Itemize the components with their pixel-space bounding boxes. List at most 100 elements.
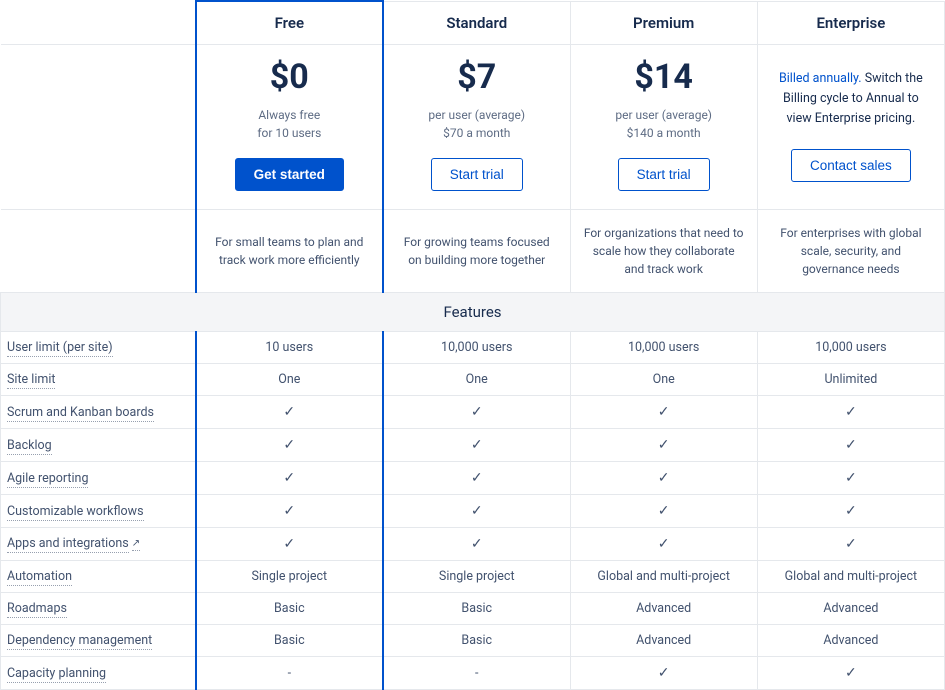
feature-value: Advanced: [757, 593, 944, 625]
check-icon: ✓: [471, 470, 483, 486]
check-icon: ✓: [658, 503, 670, 519]
feature-value-text: -: [475, 666, 478, 681]
feature-value-text: 10,000 users: [628, 340, 699, 355]
feature-value: ✓: [757, 462, 944, 495]
features-heading: Features: [1, 293, 945, 332]
feature-value-text: Single project: [439, 569, 515, 584]
price-cell-standard: $7 per user (average) $70 a month Start …: [383, 45, 570, 210]
feature-value: ✓: [383, 462, 570, 495]
feature-label-text: Agile reporting: [7, 471, 88, 488]
desc-premium: For organizations that need to scale how…: [570, 210, 757, 293]
feature-row: Automation Single project Single project Gl…: [1, 561, 945, 593]
feature-value-text: Advanced: [823, 633, 878, 648]
feature-row: Dependency management Basic Basic Advanced A…: [1, 625, 945, 657]
feature-label: Apps and integrations↗: [1, 528, 196, 561]
feature-label: Agile reporting: [1, 462, 196, 495]
pricing-comparison-table: Free Standard Premium Enterprise $0 Alwa…: [0, 0, 945, 690]
feature-value: Single project: [196, 561, 383, 593]
check-icon: ✓: [658, 536, 670, 552]
feature-value: ✓: [383, 429, 570, 462]
feature-value-text: Single project: [251, 569, 327, 584]
feature-value-text: Advanced: [636, 633, 691, 648]
feature-row: User limit (per site) 10 users 10,000 user…: [1, 332, 945, 364]
start-trial-standard-button[interactable]: Start trial: [431, 158, 523, 191]
feature-label-text: Dependency management: [7, 633, 152, 650]
feature-value: ✓: [570, 528, 757, 561]
feature-label: Dependency management: [1, 625, 196, 657]
feature-value: ✓: [196, 528, 383, 561]
feature-value: 10,000 users: [383, 332, 570, 364]
feature-value: ✓: [196, 462, 383, 495]
check-icon: ✓: [658, 470, 670, 486]
feature-value-text: Global and multi-project: [597, 569, 729, 584]
feature-value: ✓: [570, 462, 757, 495]
feature-value: ✓: [757, 396, 944, 429]
feature-value: -: [383, 657, 570, 690]
feature-label-text: User limit (per site): [7, 340, 113, 357]
feature-label: User limit (per site): [1, 332, 196, 364]
feature-value-text: 10,000 users: [441, 340, 512, 355]
feature-value-text: Advanced: [823, 601, 878, 616]
plan-header-premium: Premium: [570, 1, 757, 45]
price-sub2-premium: $140 a month: [581, 124, 747, 142]
check-icon: ✓: [658, 437, 670, 453]
feature-value-text: One: [466, 372, 488, 387]
desc-free: For small teams to plan and track work m…: [196, 210, 383, 293]
get-started-button[interactable]: Get started: [235, 158, 344, 191]
enterprise-billing-note: Billed annually. Switch the Billing cycl…: [768, 69, 934, 133]
contact-sales-button[interactable]: Contact sales: [791, 149, 911, 182]
check-icon: ✓: [471, 536, 483, 552]
feature-value: 10,000 users: [570, 332, 757, 364]
price-sub2-standard: $70 a month: [394, 124, 560, 142]
feature-value-text: Basic: [461, 633, 492, 648]
feature-value: 10,000 users: [757, 332, 944, 364]
check-icon: ✓: [283, 503, 295, 519]
check-icon: ✓: [283, 437, 295, 453]
feature-value: One: [570, 364, 757, 396]
check-icon: ✓: [658, 404, 670, 420]
plan-header-standard: Standard: [383, 1, 570, 45]
price-cell-premium: $14 per user (average) $140 a month Star…: [570, 45, 757, 210]
feature-value-text: Basic: [274, 633, 305, 648]
feature-value: ✓: [757, 528, 944, 561]
feature-value: Single project: [383, 561, 570, 593]
start-trial-premium-button[interactable]: Start trial: [618, 158, 710, 191]
feature-value: Global and multi-project: [757, 561, 944, 593]
feature-row: Apps and integrations↗ ✓ ✓ ✓ ✓: [1, 528, 945, 561]
price-sub1-free: Always free: [207, 106, 372, 124]
feature-value-text: 10,000 users: [815, 340, 886, 355]
check-icon: ✓: [845, 665, 857, 681]
feature-row: Backlog✓✓✓✓: [1, 429, 945, 462]
feature-row: Capacity planning--✓✓: [1, 657, 945, 690]
feature-value: Basic: [196, 593, 383, 625]
feature-value: Unlimited: [757, 364, 944, 396]
feature-label-text: Scrum and Kanban boards: [7, 405, 154, 422]
feature-value-text: 10 users: [265, 340, 313, 355]
feature-value: ✓: [570, 657, 757, 690]
feature-label-text: Automation: [7, 569, 72, 586]
feature-value-text: Global and multi-project: [785, 569, 917, 584]
feature-row: Customizable workflows✓✓✓✓: [1, 495, 945, 528]
feature-label: Capacity planning: [1, 657, 196, 690]
feature-value: ✓: [570, 495, 757, 528]
feature-value: Basic: [196, 625, 383, 657]
feature-label: Site limit: [1, 364, 196, 396]
price-amount-standard: $7: [394, 59, 560, 96]
billed-annually-link[interactable]: Billed annually.: [779, 71, 862, 86]
feature-label-text: Customizable workflows: [7, 504, 144, 521]
feature-label: Customizable workflows: [1, 495, 196, 528]
feature-value: ✓: [757, 429, 944, 462]
feature-label-text: Roadmaps: [7, 601, 67, 618]
feature-value: Global and multi-project: [570, 561, 757, 593]
feature-value-text: Unlimited: [824, 372, 877, 387]
feature-label: Automation: [1, 561, 196, 593]
feature-value: -: [196, 657, 383, 690]
price-sub1-premium: per user (average): [581, 106, 747, 124]
price-sub2-free: for 10 users: [207, 124, 372, 142]
plan-header-free: Free: [196, 1, 383, 45]
price-cell-enterprise: Billed annually. Switch the Billing cycl…: [757, 45, 944, 210]
feature-value: Basic: [383, 593, 570, 625]
check-icon: ✓: [283, 536, 295, 552]
features-section-header: Features: [1, 293, 945, 332]
feature-row: RoadmapsBasicBasicAdvancedAdvanced: [1, 593, 945, 625]
